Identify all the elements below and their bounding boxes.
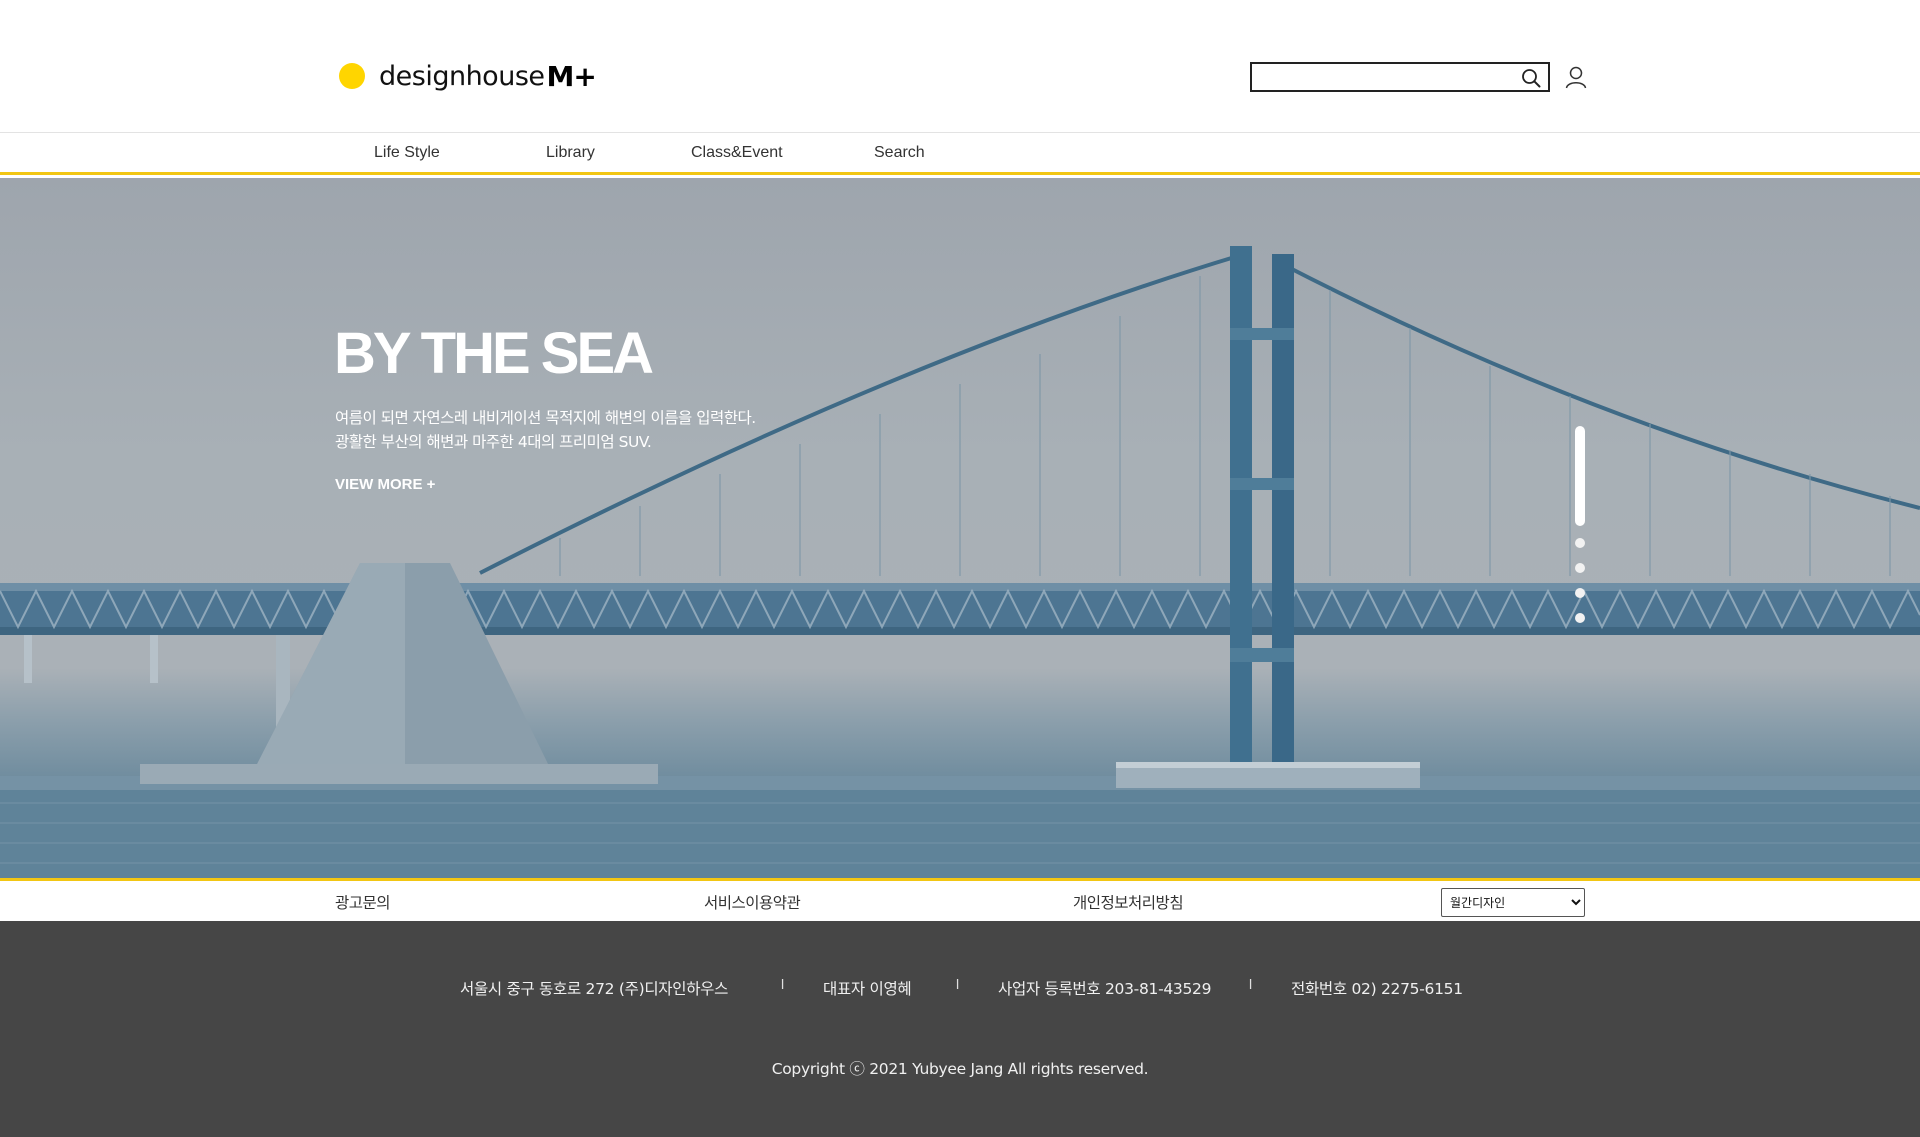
search-icon[interactable] <box>1520 67 1542 89</box>
footer-copyright: Copyright ⓒ 2021 Yubyee Jang All rights … <box>771 1060 1149 1078</box>
hero-description-line-2: 광활한 부산의 해변과 마주한 4대의 프리미엄 SUV. <box>335 433 652 451</box>
footer-phone: 전화번호 02) 2275-6151 <box>1291 980 1463 998</box>
nav-item-life-style[interactable]: Life Style <box>374 144 440 162</box>
slide-pager <box>1574 426 1586 626</box>
user-icon[interactable] <box>1563 64 1589 90</box>
hero-title: BY THE SEA <box>334 321 654 386</box>
site-header: designhouse M+ <box>0 0 1920 133</box>
hero-banner: BY THE SEA 여름이 되면 자연스레 내비게이션 목적지에 해변의 이름… <box>0 178 1920 878</box>
hero-description-line-1: 여름이 되면 자연스레 내비게이션 목적지에 해변의 이름을 입력한다. <box>335 409 756 427</box>
footer-separator: l <box>781 976 785 992</box>
footer-separator: l <box>1249 976 1253 992</box>
footer-ceo: 대표자 이영혜 <box>823 980 912 998</box>
footer-link-terms[interactable]: 서비스이용약관 <box>704 891 801 913</box>
logo-mark: M+ <box>546 59 597 93</box>
search-box <box>1250 62 1550 92</box>
footer-business-number: 사업자 등록번호 203-81-43529 <box>998 980 1212 998</box>
site-logo[interactable]: designhouse M+ <box>339 55 597 97</box>
footer-links: 광고문의 서비스이용약관 개인정보처리방침 월간디자인 <box>0 878 1920 921</box>
logo-dot-icon <box>339 63 365 89</box>
footer-separator: l <box>956 976 960 992</box>
footer-address: 서울시 중구 동호로 272 (주)디자인하우스 <box>460 980 729 998</box>
footer-link-advertising[interactable]: 광고문의 <box>335 891 391 913</box>
site-footer: 서울시 중구 동호로 272 (주)디자인하우스 l 대표자 이영혜 l 사업자… <box>0 921 1920 1137</box>
nav-item-library[interactable]: Library <box>546 144 595 162</box>
pager-dot[interactable] <box>1575 588 1585 598</box>
pager-dot[interactable] <box>1575 538 1585 548</box>
main-nav: Life Style Library Class&Event Search <box>0 134 1920 175</box>
nav-item-class-event[interactable]: Class&Event <box>691 144 783 162</box>
pager-dot-active[interactable] <box>1575 426 1585 526</box>
nav-item-search[interactable]: Search <box>874 144 925 162</box>
bridge-image <box>0 246 1920 878</box>
hero-description: 여름이 되면 자연스레 내비게이션 목적지에 해변의 이름을 입력한다. 광활한… <box>335 406 756 454</box>
family-site-select[interactable]: 월간디자인 <box>1441 888 1585 917</box>
footer-link-privacy[interactable]: 개인정보처리방침 <box>1073 891 1184 913</box>
pager-dot[interactable] <box>1575 613 1585 623</box>
pager-dot[interactable] <box>1575 563 1585 573</box>
logo-text: designhouse <box>379 60 545 92</box>
view-more-link[interactable]: VIEW MORE + <box>335 476 435 493</box>
search-input[interactable] <box>1252 64 1512 90</box>
